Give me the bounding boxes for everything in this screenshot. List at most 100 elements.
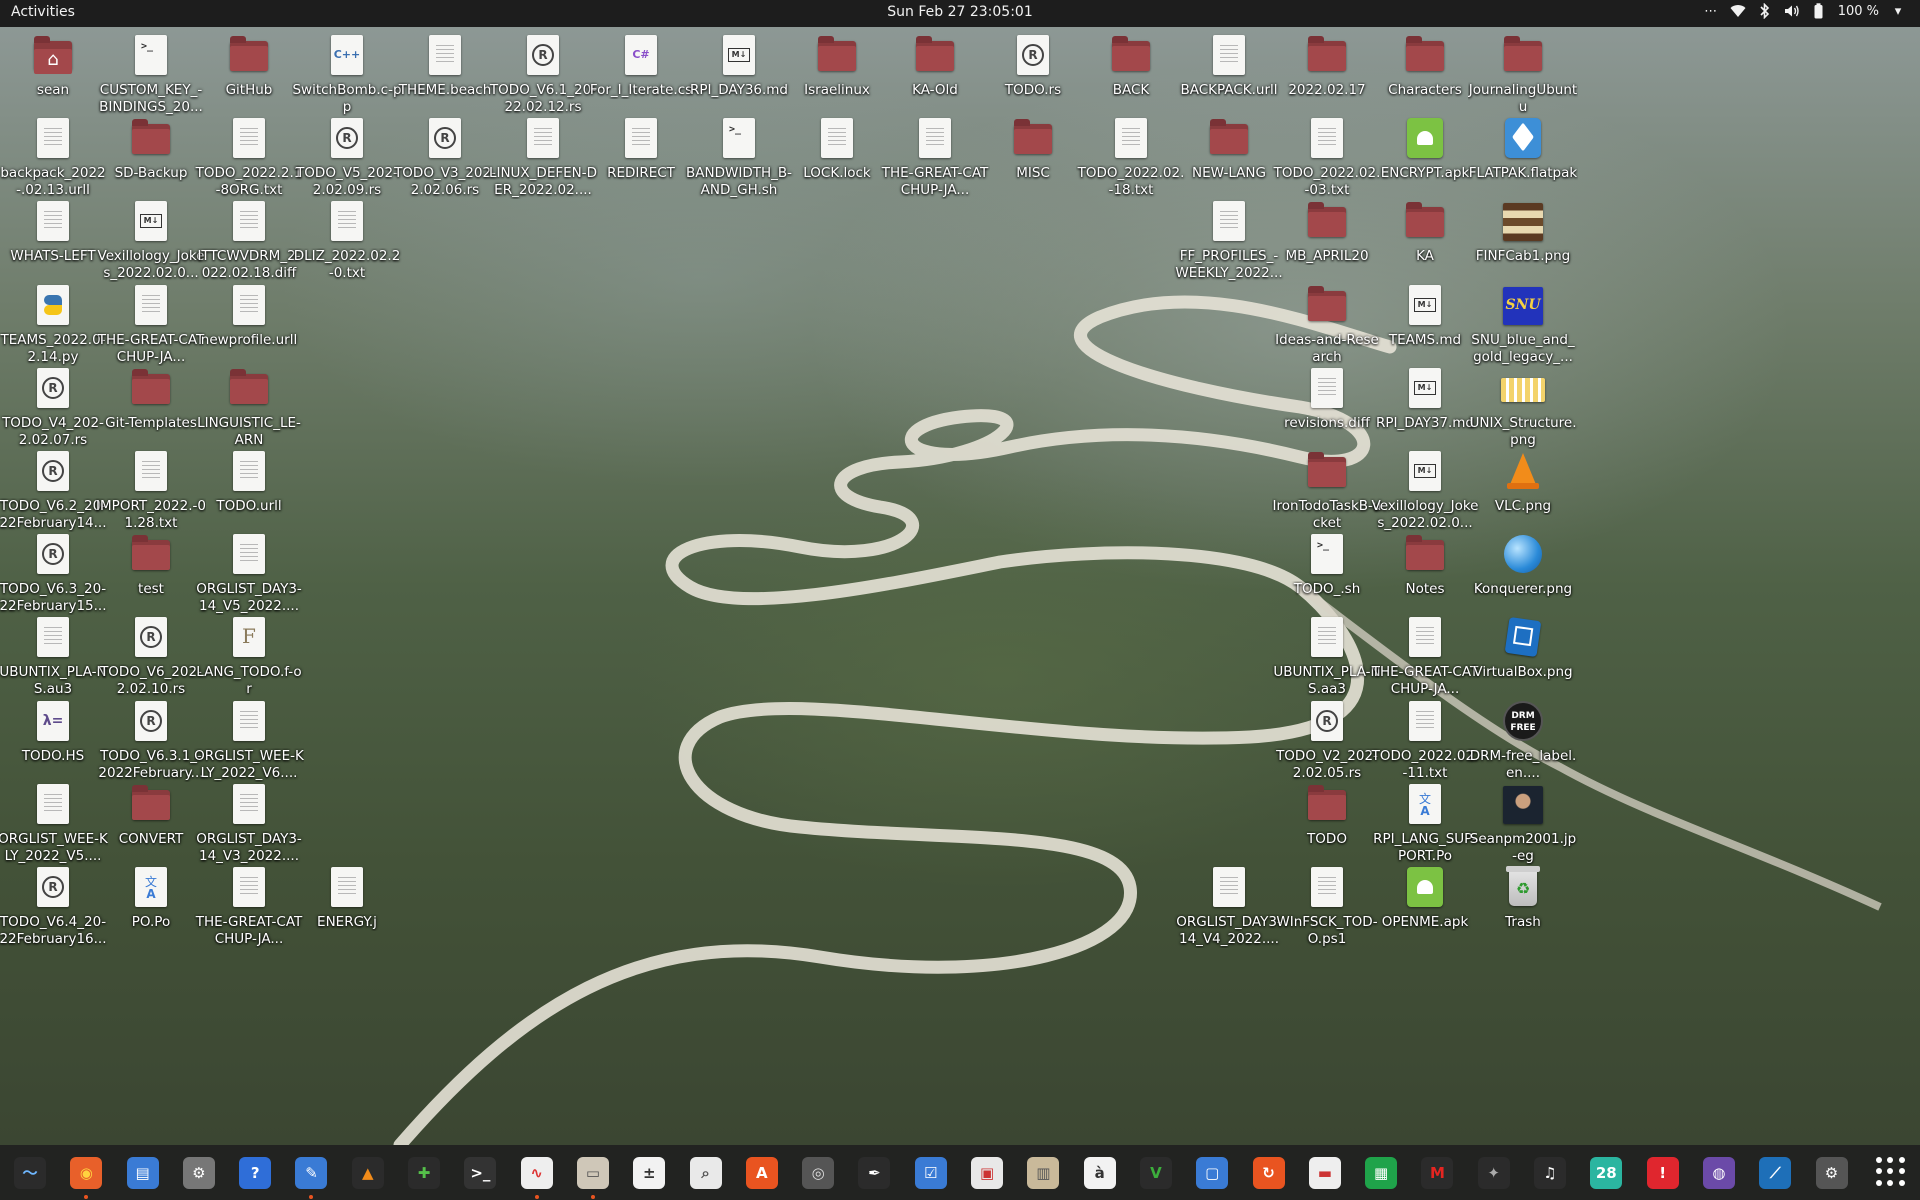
desktop-item[interactable]: TODO_2022.02.-18.txt [1075,112,1187,212]
chevron-down-icon[interactable]: ▾ [1890,3,1906,19]
image-thumbnail-icon [1503,201,1543,243]
desktop-item[interactable]: MISC [977,112,1089,212]
desktop-item-label: LINUX_DEFEN-DER_2022.02.... [488,165,598,199]
desktop-item[interactable]: LOCK.lock [781,112,893,212]
dock-item[interactable]: ⚙ [1810,1151,1854,1195]
desktop-item-label: TODO_V6.3.1_-2022February... [98,747,204,781]
dock-item[interactable]: >_ [458,1151,502,1195]
system-tray[interactable]: ⋯ 100 % ▾ [1703,3,1906,19]
text-file-icon [229,700,269,743]
battery-icon[interactable] [1811,3,1827,19]
desktop-item[interactable]: TODO_V3_202-2.02.06.rs [389,112,501,212]
dock-item[interactable]: ▬ [1303,1151,1347,1195]
desktop-item-label: UBUNTIX_PLA-NS.aa3 [1273,664,1381,698]
dock-item[interactable]: ⟋ [1753,1151,1797,1195]
text-file-icon [33,118,73,160]
overflow-icon[interactable]: ⋯ [1703,3,1719,19]
bluetooth-icon[interactable] [1757,3,1773,19]
dock-item[interactable]: ◉ [64,1151,108,1199]
dock-item[interactable]: ↻ [1247,1151,1291,1195]
desktop-item-label: CUSTOM_KEY_-BINDINGS_20... [99,82,203,115]
dock-item[interactable]: 〜 [8,1151,52,1195]
folder-icon [229,368,269,410]
dock-item[interactable]: ⌕ [684,1151,728,1195]
software-center-icon: A [745,1156,778,1189]
folder-icon [915,35,955,77]
desktop-item-label: revisions.diff [1284,414,1370,431]
desktop-item[interactable]: FF_PROFILES_-WEEKLY_2022... [1173,195,1285,295]
desktop-item-label: ENERGY.j [317,914,377,930]
show-applications-icon[interactable] [1876,1157,1906,1187]
dock-item[interactable]: M [1415,1151,1459,1195]
dock-item[interactable]: ◎ [796,1151,840,1195]
dock-item[interactable]: ▥ [1021,1151,1065,1195]
desktop-item-label: THE-GREAT-CATCHUP-JA... [881,165,989,199]
desktop-item-label: TODO_V6_202-2.02.10.rs [100,664,202,698]
dock-item[interactable]: ! [1641,1151,1685,1195]
text-file-icon [425,35,465,77]
dock-item[interactable]: ▢ [1190,1151,1234,1195]
firefox-icon: ◉ [70,1156,103,1189]
folder-icon [1307,201,1347,243]
desktop-item-label: ORGLIST_DAY3-14_V5_2022.... [196,581,302,615]
desktop-item[interactable]: ENERGY.j [291,861,403,961]
dock-item[interactable]: ▣ [965,1151,1009,1195]
dock-item[interactable]: ▦ [1359,1151,1403,1195]
dock-item[interactable]: 28 [1584,1151,1628,1195]
desktop-item-label: NEW-LANG [1192,165,1266,182]
dock-item[interactable]: ✦ [1472,1151,1516,1195]
desktop-item-label: TEAMS.md [1388,331,1462,348]
dock-item[interactable]: ✚ [402,1151,446,1195]
text-file-icon [131,284,171,327]
desktop-item[interactable]: PO.Po [95,861,207,961]
desktop-item-label: THE-GREAT-CATCHUP-JA... [97,331,205,365]
desktop-item-label: TODO_V6.4_20-22February16... [0,914,107,947]
activities-button[interactable]: Activities [11,4,75,20]
desktop-item-label: BACK [1112,82,1150,98]
text-file-icon [229,783,269,826]
desktop-item[interactable]: WInFSCK_TOD-O.ps1 [1271,861,1383,961]
desktop-item-label: ORGLIST_WEE-KLY_2022_V6.... [194,747,304,781]
desktop-item[interactable]: OPENME.apk [1369,861,1481,961]
dock-item[interactable]: ▲ [346,1151,390,1195]
dock-item[interactable]: ± [627,1151,671,1195]
desktop-item[interactable]: LINUX_DEFEN-DER_2022.02.... [487,112,599,212]
dock-item[interactable]: ▤ [121,1151,165,1195]
settings-gear-icon: ⚙ [182,1156,215,1189]
haskell-file-icon [33,700,73,743]
shell-script-icon [719,118,759,160]
desktop-item-label: FLATPAK.flatpak [1468,165,1578,182]
image-thumbnail-icon: SNU [1503,285,1543,327]
dock-item[interactable]: ♫ [1528,1151,1572,1195]
dock-item[interactable]: ⚙ [177,1151,221,1195]
desktop-item[interactable]: THE-GREAT-CATCHUP-JA... [879,112,991,212]
desktop-item-label: OPENME.apk [1381,914,1469,930]
desktop-item[interactable]: DLIZ_2022.02.2-0.txt [291,195,403,295]
clock[interactable]: Sun Feb 27 23:05:01 [887,4,1032,20]
dock-item[interactable]: ✎ [289,1151,333,1199]
desktop-item[interactable]: Trash [1467,861,1579,961]
wifi-icon[interactable] [1730,3,1746,19]
dock-item[interactable]: ▭ [571,1151,615,1199]
dock-item[interactable]: à [1078,1151,1122,1195]
desktop-item[interactable]: BANDWIDTH_B-AND_GH.sh [683,112,795,212]
volume-icon[interactable] [1784,3,1800,19]
dock-item[interactable]: A [740,1151,784,1195]
markdown-file-icon [719,35,759,77]
dock-item[interactable]: ∿ [515,1151,559,1199]
desktop-item-label: sean [36,82,70,98]
desktop-item-label: backpack_2022-.02.13.urll [0,165,106,199]
desktop-item-label: TODO [1307,830,1347,847]
desktop-item[interactable]: ORGLIST_DAY3-14_V4_2022.... [1173,861,1285,961]
shell-script-icon [131,35,171,77]
text-file-icon [327,201,367,243]
desktop-item[interactable]: TODO_V6.4_20-22February16... [0,861,109,961]
dock-item[interactable]: ? [233,1151,277,1195]
desktop-item[interactable]: REDIRECT [585,112,697,212]
dock-item[interactable]: ✒ [852,1151,896,1195]
dock-item[interactable]: ☑ [909,1151,953,1195]
desktop-item-label: ORGLIST_DAY3-14_V4_2022.... [1176,914,1282,947]
desktop-item[interactable]: THE-GREAT-CATCHUP-JA... [193,861,305,961]
dock-item[interactable]: V [1134,1151,1178,1195]
dock-item[interactable]: ◍ [1697,1151,1741,1195]
